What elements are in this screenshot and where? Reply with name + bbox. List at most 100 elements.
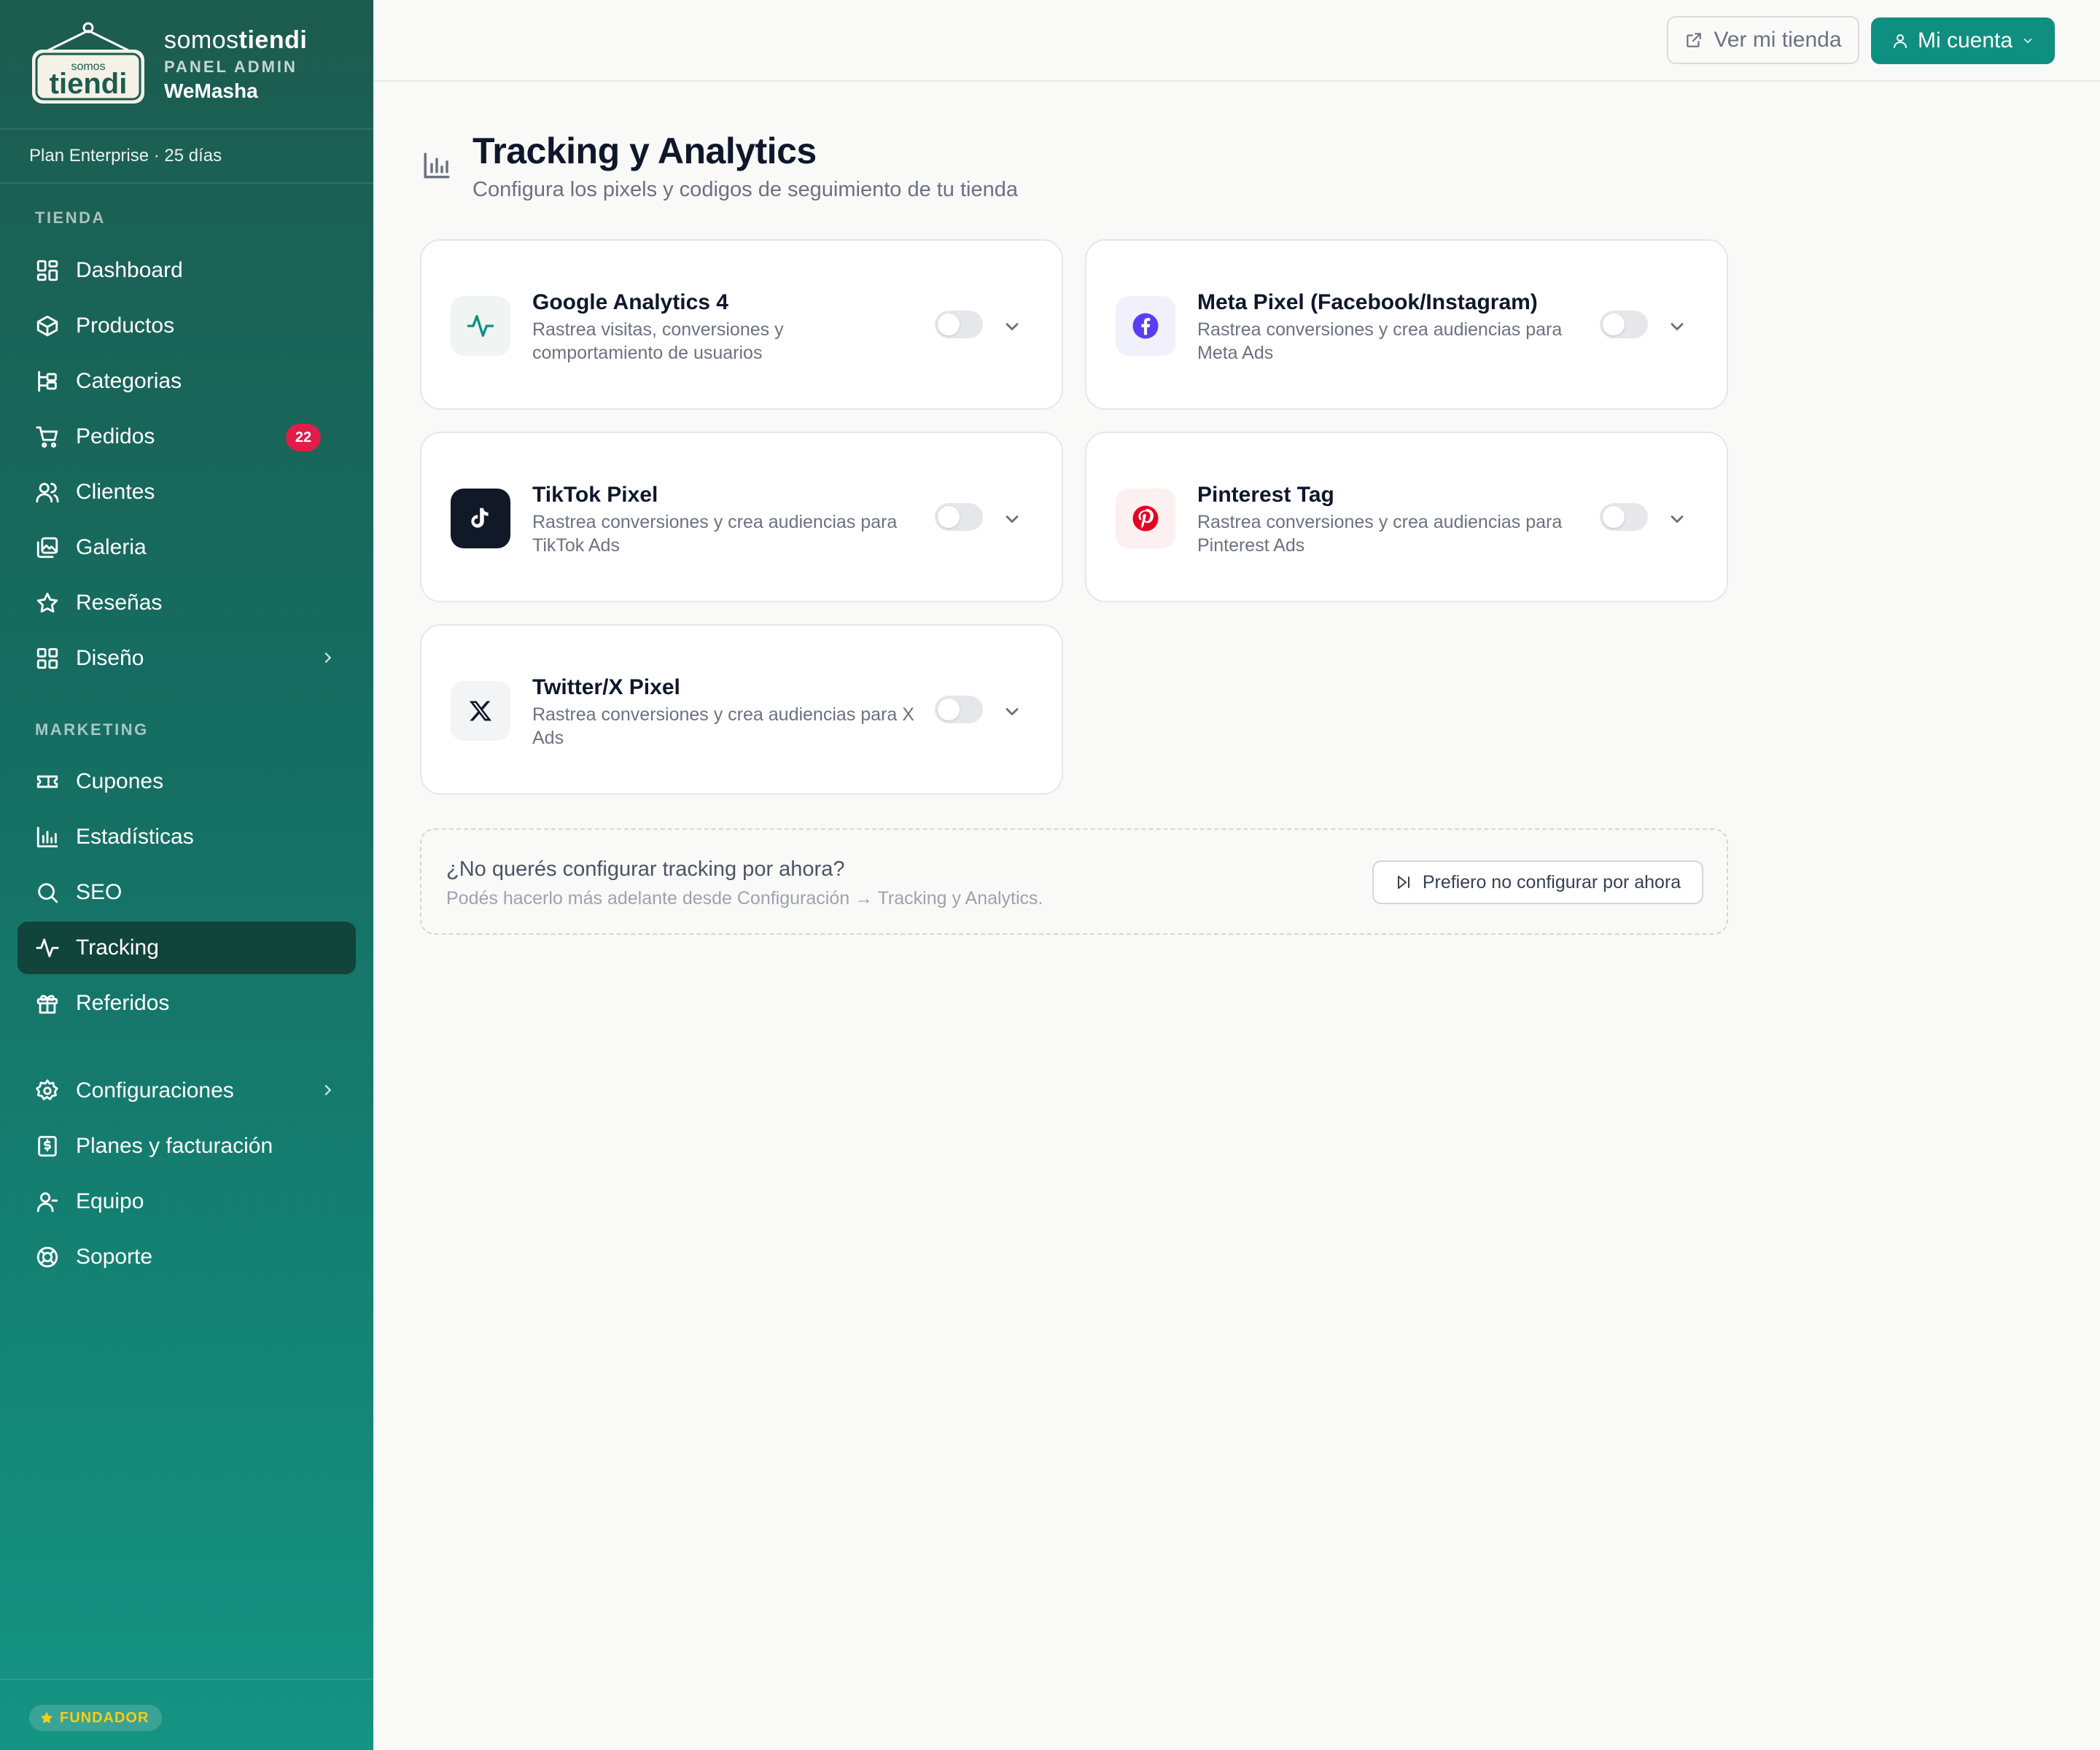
toggle-knob <box>938 699 960 720</box>
founder-badge: FUNDADOR <box>29 1705 163 1731</box>
integration-toggle[interactable] <box>1600 311 1648 338</box>
view-store-button[interactable]: Ver mi tienda <box>1667 16 1859 64</box>
sidebar-item-tracking[interactable]: Tracking <box>18 922 356 974</box>
page-title: Tracking y Analytics <box>472 131 817 171</box>
integration-name: Twitter/X Pixel <box>532 675 680 699</box>
skip-forward-icon <box>1397 876 1409 889</box>
sidebar-item-dashboard[interactable]: Dashboard <box>18 244 356 297</box>
star-icon <box>40 1711 53 1724</box>
ticket-icon <box>35 769 60 794</box>
logo-big-text: tiendi <box>50 68 128 100</box>
sidebar-item-label: Diseño <box>76 646 144 670</box>
integration-description: Rastrea conversiones y crea audiencias p… <box>1197 319 1563 363</box>
users-icon <box>35 480 60 505</box>
integration-name: Meta Pixel (Facebook/Instagram) <box>1197 290 1538 314</box>
integration-toggle[interactable] <box>935 311 983 338</box>
skip-title: ¿No querés configurar tracking por ahora… <box>446 858 845 881</box>
sidebar-item-label: Dashboard <box>76 258 183 282</box>
integration-name: TikTok Pixel <box>532 483 658 507</box>
pinterest-icon <box>1116 489 1175 548</box>
sidebar-item-diseno[interactable]: Diseño <box>18 632 356 685</box>
toggle-knob <box>1603 506 1625 528</box>
integration-card-twitter-x-pixel[interactable]: Twitter/X Pixel Rastrea conversiones y c… <box>420 624 1063 795</box>
chevron-down-icon[interactable] <box>1002 509 1022 529</box>
store-sign-logo[interactable]: somos tiendi <box>29 22 147 106</box>
lifebuoy-icon <box>35 1245 60 1269</box>
images-icon <box>35 535 60 560</box>
layout-icon <box>35 646 60 671</box>
integration-card-pinterest-tag[interactable]: Pinterest Tag Rastrea conversiones y cre… <box>1085 432 1728 602</box>
sidebar-item-clientes[interactable]: Clientes <box>18 466 356 518</box>
sidebar-item-label: Clientes <box>76 480 155 504</box>
sidebar-item-label: Reseñas <box>76 591 163 615</box>
chevron-down-icon[interactable] <box>1002 701 1022 722</box>
sidebar-item-planes[interactable]: Planes y facturación <box>18 1120 356 1172</box>
sidebar-item-galeria[interactable]: Galeria <box>18 521 356 574</box>
tree-icon <box>35 369 60 394</box>
integration-card-google-analytics[interactable]: Google Analytics 4 Rastrea visitas, conv… <box>420 239 1063 410</box>
plan-status[interactable]: Plan Enterprise · 25 días <box>0 130 373 184</box>
sidebar-item-label: Referidos <box>76 991 170 1015</box>
section-label-marketing: MARKETING <box>35 720 149 739</box>
integration-toggle[interactable] <box>935 503 983 531</box>
chevron-down-icon[interactable] <box>1667 509 1687 529</box>
sidebar-item-label: Categorias <box>76 369 182 393</box>
x-icon <box>451 681 510 741</box>
store-name: WeMasha <box>164 79 258 102</box>
external-link-icon <box>1687 33 1702 47</box>
box-icon <box>35 314 60 338</box>
sidebar-item-pedidos[interactable]: Pedidos 22 <box>18 411 356 463</box>
star-icon <box>35 591 60 615</box>
sidebar-item-label: Productos <box>76 314 175 338</box>
sidebar-item-label: Configuraciones <box>76 1078 234 1102</box>
section-label-tienda: TIENDA <box>35 209 106 227</box>
chevron-down-icon <box>2021 28 2034 53</box>
user-icon <box>1893 34 1907 48</box>
skip-tracking-panel: ¿No querés configurar tracking por ahora… <box>420 828 1728 935</box>
skip-subtitle: Podés hacerlo más adelante desde Configu… <box>446 888 1043 909</box>
bar-chart-icon <box>35 825 60 849</box>
sidebar-item-estadisticas[interactable]: Estadísticas <box>18 811 356 863</box>
integration-card-tiktok-pixel[interactable]: TikTok Pixel Rastrea conversiones y crea… <box>420 432 1063 602</box>
integration-toggle[interactable] <box>1600 503 1648 531</box>
activity-icon <box>35 936 60 960</box>
orders-count-badge: 22 <box>286 424 321 451</box>
tiktok-icon <box>451 489 510 548</box>
integration-card-meta-pixel[interactable]: Meta Pixel (Facebook/Instagram) Rastrea … <box>1085 239 1728 410</box>
sidebar-item-label: Tracking <box>76 936 159 960</box>
sidebar-item-productos[interactable]: Productos <box>18 300 356 352</box>
panel-label: PANEL ADMIN <box>164 58 298 76</box>
chevron-down-icon[interactable] <box>1002 316 1022 337</box>
sidebar-item-soporte[interactable]: Soporte <box>18 1231 356 1283</box>
sidebar-item-resenas[interactable]: Reseñas <box>18 577 356 629</box>
integration-name: Google Analytics 4 <box>532 290 728 314</box>
sidebar-item-label: Planes y facturación <box>76 1134 273 1158</box>
integration-toggle[interactable] <box>935 696 983 723</box>
brand-header: somos tiendi somostiendi PANEL ADMIN WeM… <box>0 0 373 130</box>
sidebar-item-label: Equipo <box>76 1189 144 1213</box>
sidebar-item-label: Soporte <box>76 1245 153 1269</box>
integration-name: Pinterest Tag <box>1197 483 1334 507</box>
toggle-knob <box>1603 314 1625 335</box>
sidebar-item-seo[interactable]: SEO <box>18 866 356 919</box>
grid-icon <box>35 258 60 283</box>
search-icon <box>35 880 60 905</box>
toggle-knob <box>938 314 960 335</box>
chevron-right-icon <box>319 650 335 666</box>
sidebar-item-cupones[interactable]: Cupones <box>18 755 356 808</box>
page-subtitle: Configura los pixels y codigos de seguim… <box>472 178 1019 201</box>
toggle-knob <box>938 506 960 528</box>
sidebar-item-categorias[interactable]: Categorias <box>18 355 356 408</box>
sidebar-item-configuraciones[interactable]: Configuraciones <box>18 1065 356 1117</box>
chevron-right-icon <box>319 1082 335 1098</box>
sidebar-footer: FUNDADOR <box>0 1679 373 1750</box>
skip-configuration-button[interactable]: Prefiero no configurar por ahora <box>1372 860 1703 904</box>
activity-icon <box>451 296 510 356</box>
sidebar-item-equipo[interactable]: Equipo <box>18 1175 356 1228</box>
integration-description: Rastrea conversiones y crea audiencias p… <box>1197 512 1563 556</box>
chevron-down-icon[interactable] <box>1667 316 1687 337</box>
account-menu-button[interactable]: Mi cuenta <box>1871 18 2055 64</box>
sidebar-item-referidos[interactable]: Referidos <box>18 977 356 1030</box>
integration-description: Rastrea conversiones y crea audiencias p… <box>532 704 914 748</box>
sidebar: somos tiendi somostiendi PANEL ADMIN WeM… <box>0 0 373 1750</box>
